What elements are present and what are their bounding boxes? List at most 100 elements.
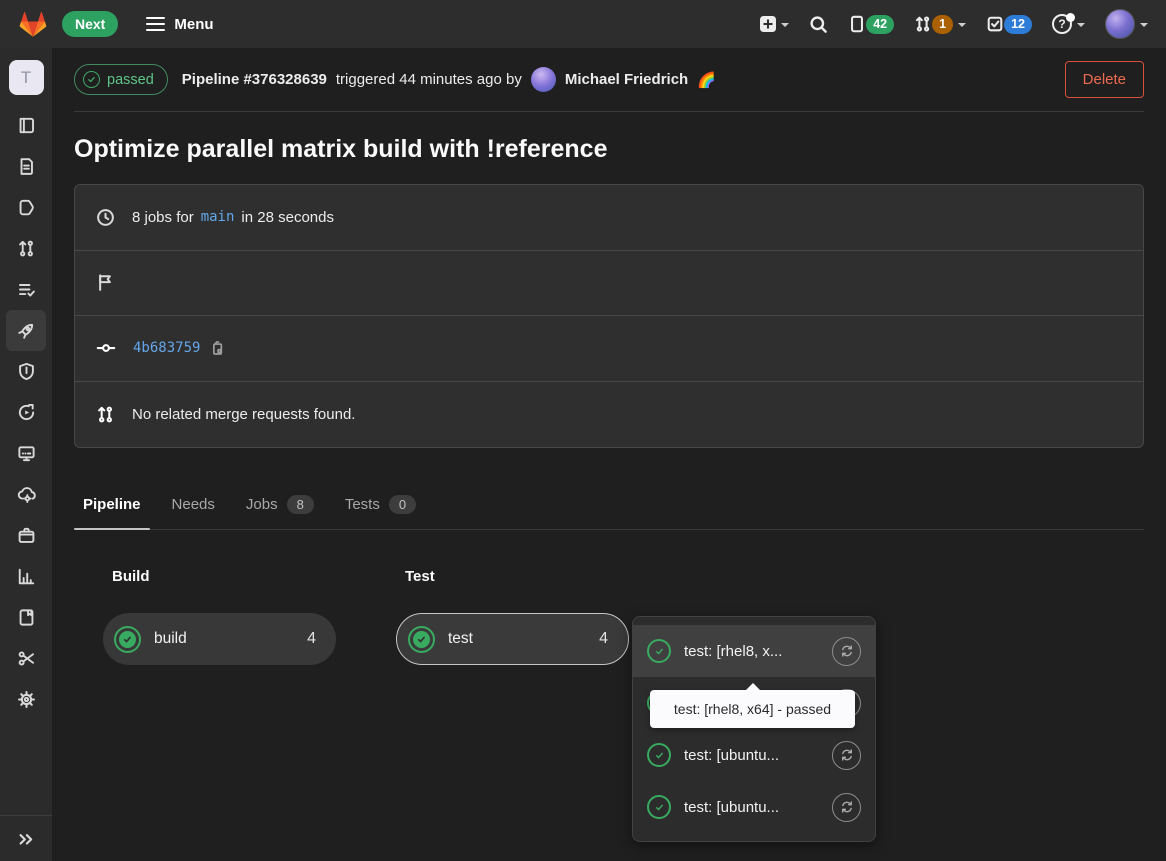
retry-job-button[interactable] (832, 741, 861, 770)
author-avatar[interactable] (531, 67, 556, 92)
sidebar-item-merge-requests[interactable] (6, 228, 46, 269)
issues-button[interactable]: 42 (848, 15, 894, 34)
job-name: build (154, 630, 187, 648)
todos-button[interactable]: 12 (986, 15, 1032, 34)
list-check-icon (17, 280, 36, 299)
project-avatar[interactable]: T (9, 60, 44, 95)
shield-icon (17, 362, 36, 381)
status-success-icon (647, 639, 671, 663)
mr-count-badge: 1 (932, 15, 953, 34)
sidebar-item-monitor[interactable] (6, 433, 46, 474)
bar-chart-icon (17, 567, 36, 586)
job-build-pill[interactable]: build 4 (103, 613, 336, 665)
sidebar-item-infrastructure[interactable] (6, 474, 46, 515)
copy-icon (209, 340, 226, 357)
sidebar-item-repository[interactable] (6, 146, 46, 187)
chevron-down-icon (1077, 23, 1085, 31)
rocket-icon (17, 321, 36, 340)
sidebar-item-security[interactable] (6, 351, 46, 392)
flag-icon (96, 273, 115, 292)
commit-row: 4b683759 (75, 316, 1143, 382)
job-count: 4 (307, 630, 316, 648)
sidebar-item-deployments[interactable] (6, 392, 46, 433)
tab-pipeline[interactable]: Pipeline (74, 482, 150, 529)
jobs-duration-row: 8 jobs for main in 28 seconds (75, 185, 1143, 251)
clock-icon (96, 208, 115, 227)
monitor-icon (17, 444, 36, 463)
sidebar-item-analytics[interactable] (6, 556, 46, 597)
status-success-icon (647, 795, 671, 819)
sidebar-item-packages[interactable] (6, 515, 46, 556)
parallel-jobs-dropdown: test: [rhel8, x... (632, 616, 876, 842)
collapse-sidebar-button[interactable] (0, 815, 52, 861)
help-button[interactable] (1052, 14, 1085, 34)
status-passed-icon (83, 71, 100, 88)
job-label: test: [rhel8, x... (684, 643, 782, 660)
flags-row (75, 251, 1143, 317)
issues-count-badge: 42 (866, 15, 894, 34)
job-label: test: [ubuntu... (684, 799, 779, 816)
sidebar-item-requirements[interactable] (6, 269, 46, 310)
notification-dot (1066, 13, 1075, 22)
chevron-down-icon (1140, 23, 1148, 31)
retry-job-button[interactable] (832, 793, 861, 822)
chevron-down-icon (958, 23, 966, 31)
job-test-pill[interactable]: test 4 (396, 613, 629, 665)
author-name[interactable]: Michael Friedrich (565, 71, 688, 88)
sidebar-item-project-information[interactable] (6, 105, 46, 146)
main-content: passed Pipeline #376328639 triggered 44 … (52, 48, 1166, 807)
page-title: Optimize parallel matrix build with !ref… (74, 135, 1144, 164)
rainbow-emoji: 🌈 (697, 71, 716, 89)
copy-commit-button[interactable] (209, 340, 226, 357)
no-mr-text: No related merge requests found. (132, 406, 355, 423)
sidebar-item-settings[interactable] (6, 679, 46, 720)
double-chevron-right-icon (17, 830, 35, 848)
search-button[interactable] (809, 15, 828, 34)
user-menu-button[interactable] (1105, 9, 1148, 39)
tab-tests[interactable]: Tests 0 (336, 482, 425, 529)
todo-check-icon (986, 15, 1004, 33)
job-name: test (448, 630, 473, 648)
dropdown-job-item[interactable]: test: [ubuntu... (633, 729, 875, 781)
stage-test: Test test 4 (396, 568, 629, 665)
sidebar-item-wiki[interactable] (6, 597, 46, 638)
retry-icon (840, 748, 854, 762)
gear-icon (17, 690, 36, 709)
tab-jobs[interactable]: Jobs 8 (237, 482, 323, 529)
status-success-icon (647, 743, 671, 767)
jobs-summary-text: 8 jobs for main in 28 seconds (132, 209, 334, 226)
sidebar-item-issues[interactable] (6, 187, 46, 228)
menu-label: Menu (174, 16, 213, 33)
new-menu-button[interactable] (760, 16, 789, 32)
plus-icon (760, 16, 776, 32)
ref-link[interactable]: main (201, 209, 235, 225)
merge-request-icon (914, 15, 932, 33)
issues-tag-icon (17, 198, 36, 217)
gitlab-logo-icon[interactable] (18, 10, 48, 38)
dropdown-job-item[interactable]: test: [rhel8, x... (633, 625, 875, 677)
merge-requests-button[interactable]: 1 (914, 15, 966, 34)
tab-needs[interactable]: Needs (163, 482, 224, 529)
help-icon (1052, 14, 1072, 34)
retry-job-button[interactable] (832, 637, 861, 666)
left-sidebar: T (0, 48, 52, 861)
top-navbar: Next Menu 42 1 (0, 0, 1166, 48)
pipeline-summary-box: 8 jobs for main in 28 seconds 4b683759 (74, 184, 1144, 448)
pipeline-id: Pipeline #376328639 (182, 71, 327, 88)
next-badge[interactable]: Next (62, 11, 118, 37)
merge-request-icon (96, 405, 115, 424)
scissors-icon (17, 649, 36, 668)
sidebar-item-snippets[interactable] (6, 638, 46, 679)
sidebar-item-ci-cd[interactable] (6, 310, 46, 351)
package-icon (17, 526, 36, 545)
deploy-cycle-icon (17, 403, 36, 422)
document-icon (17, 157, 36, 176)
pipeline-status-badge[interactable]: passed (74, 64, 168, 95)
commit-sha-link[interactable]: 4b683759 (133, 340, 200, 356)
todos-count-badge: 12 (1004, 15, 1032, 34)
job-tooltip: test: [rhel8, x64] - passed (650, 690, 855, 728)
dropdown-job-item[interactable]: test: [ubuntu... (633, 781, 875, 833)
menu-button[interactable]: Menu (146, 16, 213, 33)
book-icon (17, 116, 36, 135)
delete-button[interactable]: Delete (1065, 61, 1144, 98)
